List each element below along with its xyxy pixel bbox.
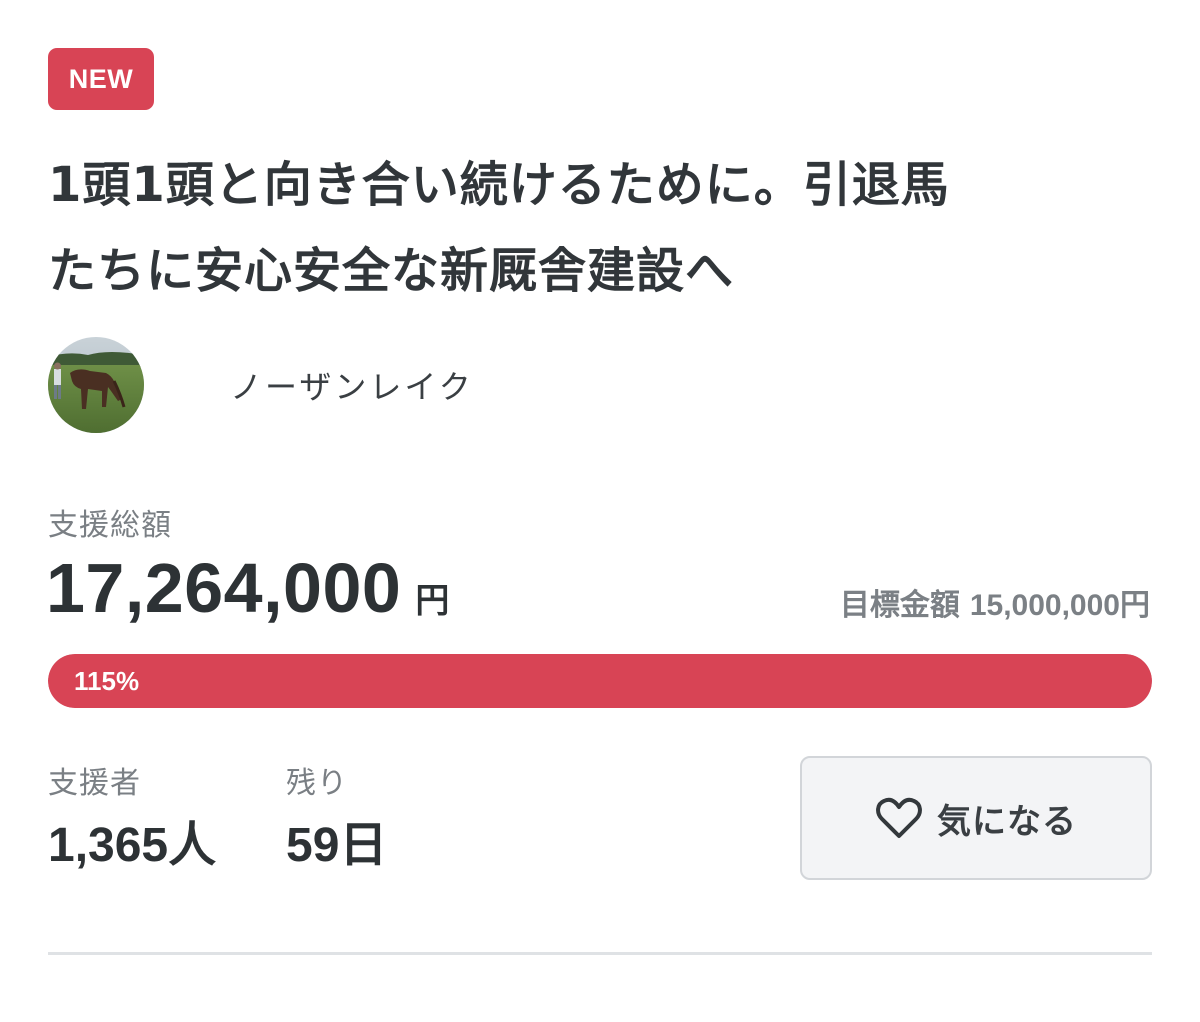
funding-progress-bar: 115% <box>48 654 1152 708</box>
owner-name[interactable]: ノーザンレイク <box>230 362 474 408</box>
supporters-label: 支援者 <box>48 766 141 801</box>
horse-photo-icon <box>48 337 144 433</box>
funding-progress-fill: 115% <box>48 654 1152 708</box>
goal-amount: 15,000,000円 <box>969 589 1150 622</box>
remaining-days: 59日 <box>286 819 388 872</box>
total-label: 支援総額 <box>48 508 172 543</box>
heart-outline-icon <box>876 797 922 838</box>
favorite-button[interactable]: 気になる <box>800 756 1152 880</box>
project-title-line-1: 1頭1頭と向き合い続けるために。引退馬 <box>48 157 950 213</box>
supporters-count: 1,365人 <box>48 819 217 872</box>
remaining-label: 残り <box>286 766 348 801</box>
section-divider <box>48 952 1152 955</box>
project-title-line-2: たちに安心安全な新厩舎建設へ <box>48 243 735 299</box>
goal-label: 目標金額 <box>839 588 960 623</box>
total-amount-group: 17,264,000 円 <box>46 548 449 628</box>
goal-amount-group: 目標金額 15,000,000円 <box>840 580 1150 624</box>
new-badge: NEW <box>48 48 154 110</box>
owner-avatar[interactable] <box>48 337 144 433</box>
project-title[interactable]: 1頭1頭と向き合い続けるために。引退馬 たちに安心安全な新厩舎建設へ <box>48 142 1158 314</box>
funding-progress-text: 115% <box>74 665 140 696</box>
total-currency-unit: 円 <box>415 581 450 621</box>
favorite-label: 気になる <box>937 801 1077 842</box>
project-owner[interactable]: ノーザンレイク <box>48 337 474 433</box>
total-amount: 17,264,000 <box>46 549 402 627</box>
